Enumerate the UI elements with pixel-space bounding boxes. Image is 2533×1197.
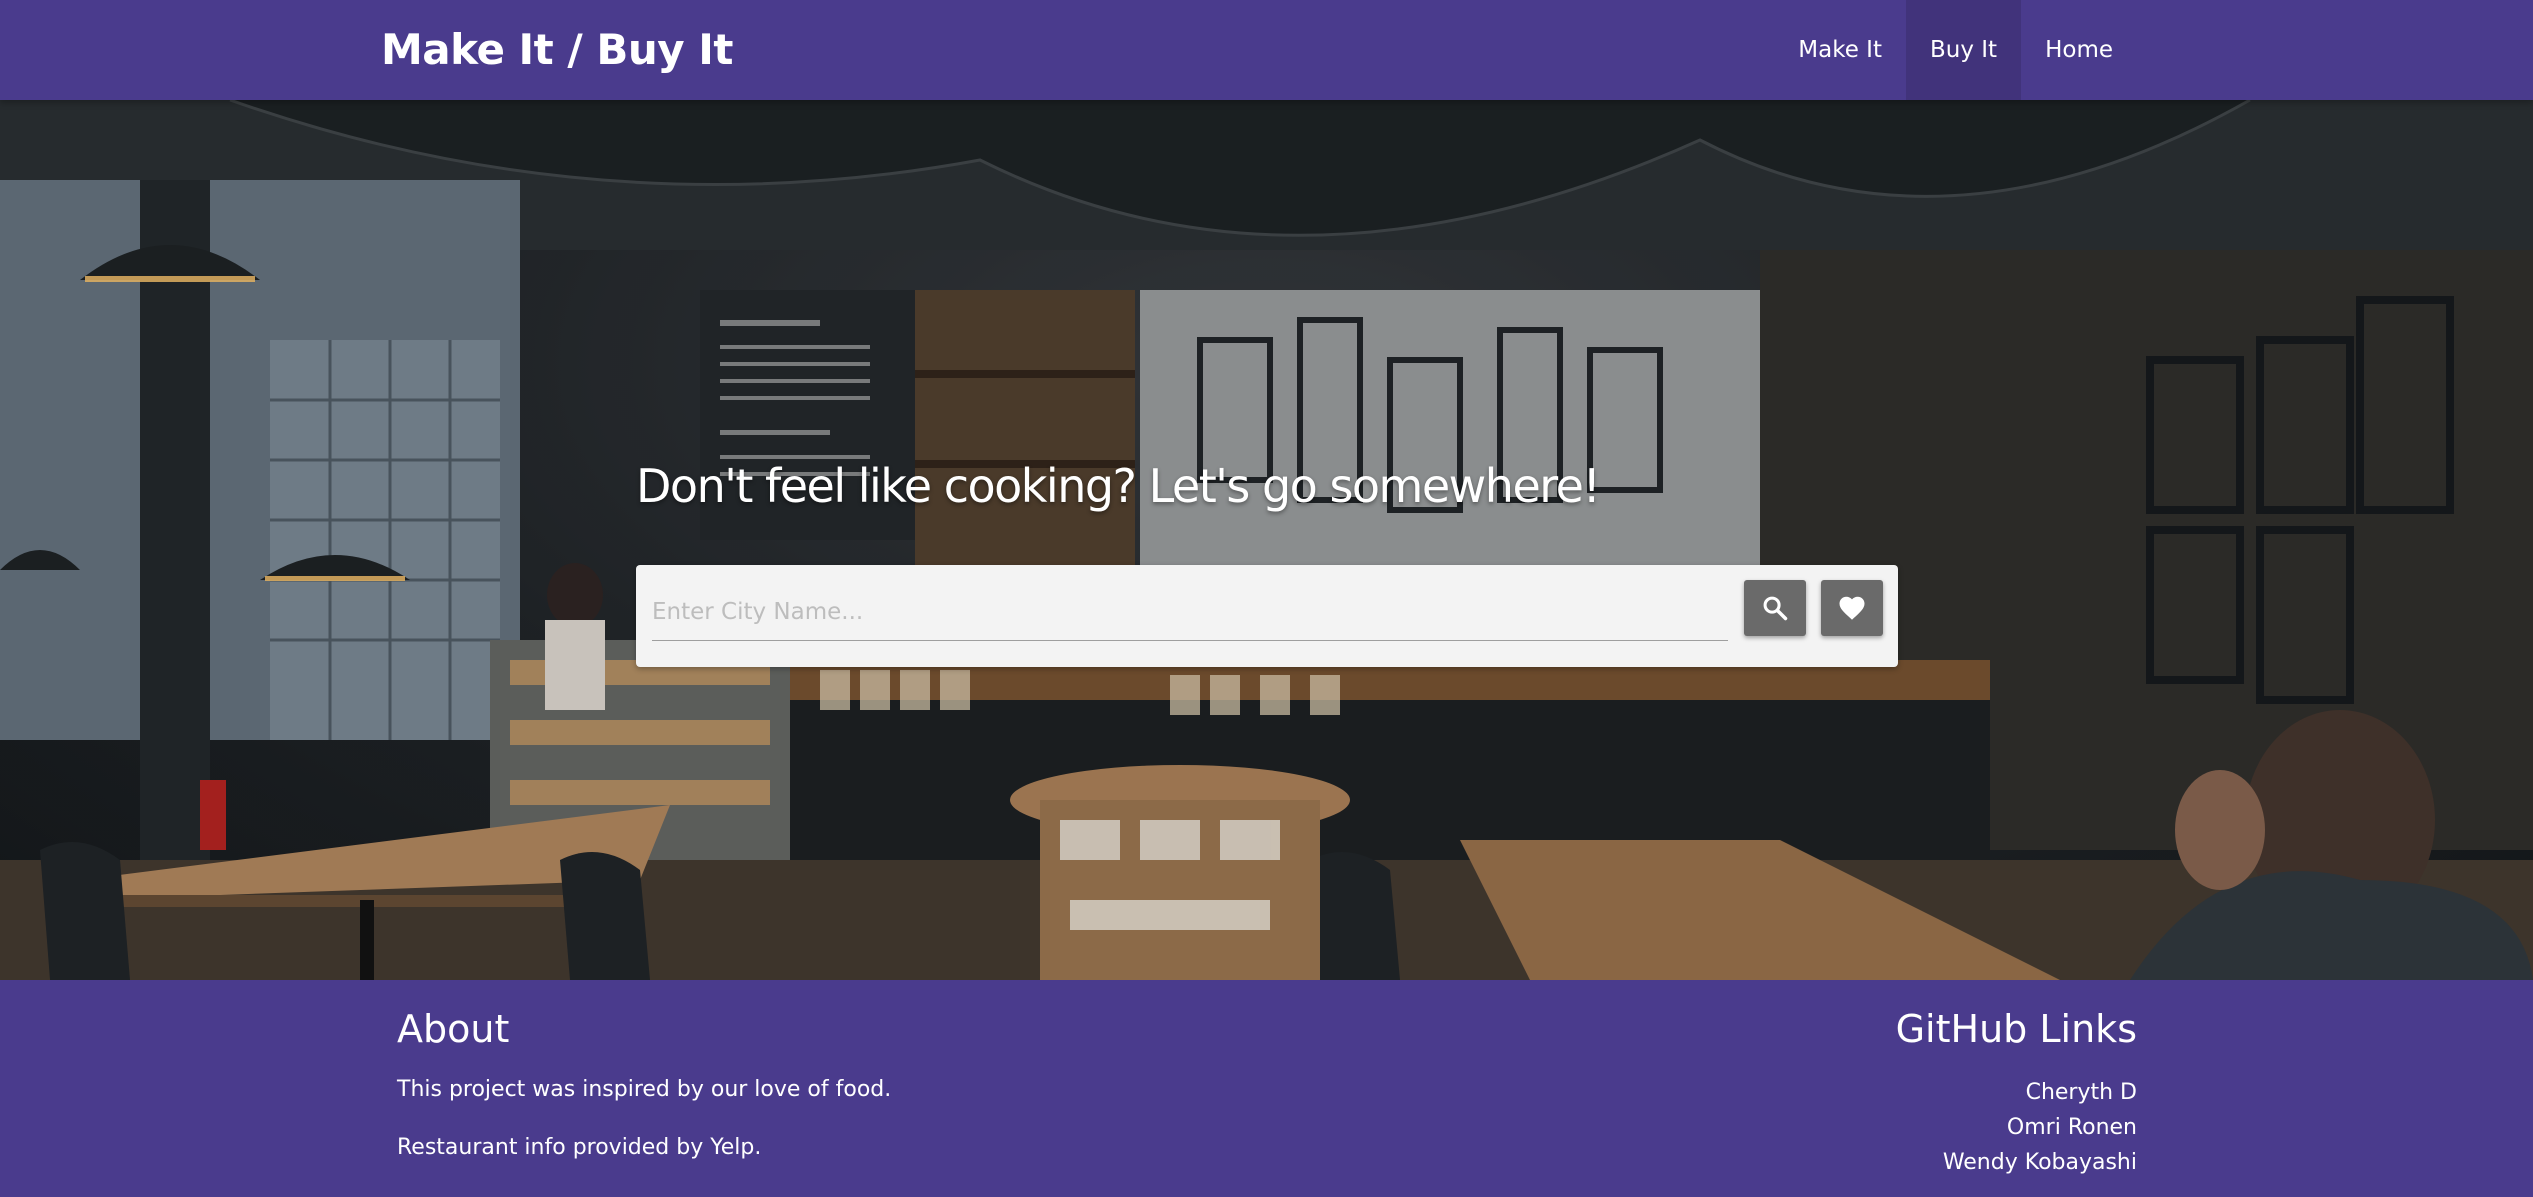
- hero-heading: Don't feel like cooking? Let's go somewh…: [636, 459, 1601, 513]
- search-card: [636, 565, 1898, 667]
- github-links-list: Cheryth D Omri Ronen Wendy Kobayashi: [1943, 1075, 2137, 1180]
- brand-logo-link[interactable]: Make It / Buy It: [381, 22, 733, 78]
- github-link-cheryth-d[interactable]: Cheryth D: [1943, 1075, 2137, 1110]
- search-icon: [1763, 596, 1788, 621]
- city-search-input[interactable]: [652, 583, 1728, 641]
- github-link-wendy-kobayashi[interactable]: Wendy Kobayashi: [1943, 1145, 2137, 1180]
- nav-link-buy-it[interactable]: Buy It: [1905, 0, 2022, 100]
- cafe-background-image: [0, 100, 2533, 980]
- about-text-inspiration: This project was inspired by our love of…: [397, 1077, 892, 1102]
- about-heading: About: [397, 1007, 510, 1051]
- search-button[interactable]: [1744, 580, 1806, 636]
- top-navbar: Make It / Buy It Make It Buy It Home: [0, 0, 2533, 100]
- heart-icon: [1839, 596, 1865, 620]
- github-link-omri-ronen[interactable]: Omri Ronen: [1943, 1110, 2137, 1145]
- nav-links: Make It Buy It Home: [1774, 0, 2137, 100]
- hero-section: Don't feel like cooking? Let's go somewh…: [0, 100, 2533, 980]
- about-text-yelp-credit: Restaurant info provided by Yelp.: [397, 1135, 762, 1160]
- nav-link-make-it[interactable]: Make It: [1774, 0, 1906, 100]
- page-footer: About This project was inspired by our l…: [0, 980, 2533, 1197]
- github-links-heading: GitHub Links: [1895, 1007, 2137, 1051]
- favorites-button[interactable]: [1821, 580, 1883, 636]
- nav-link-home[interactable]: Home: [2021, 0, 2137, 100]
